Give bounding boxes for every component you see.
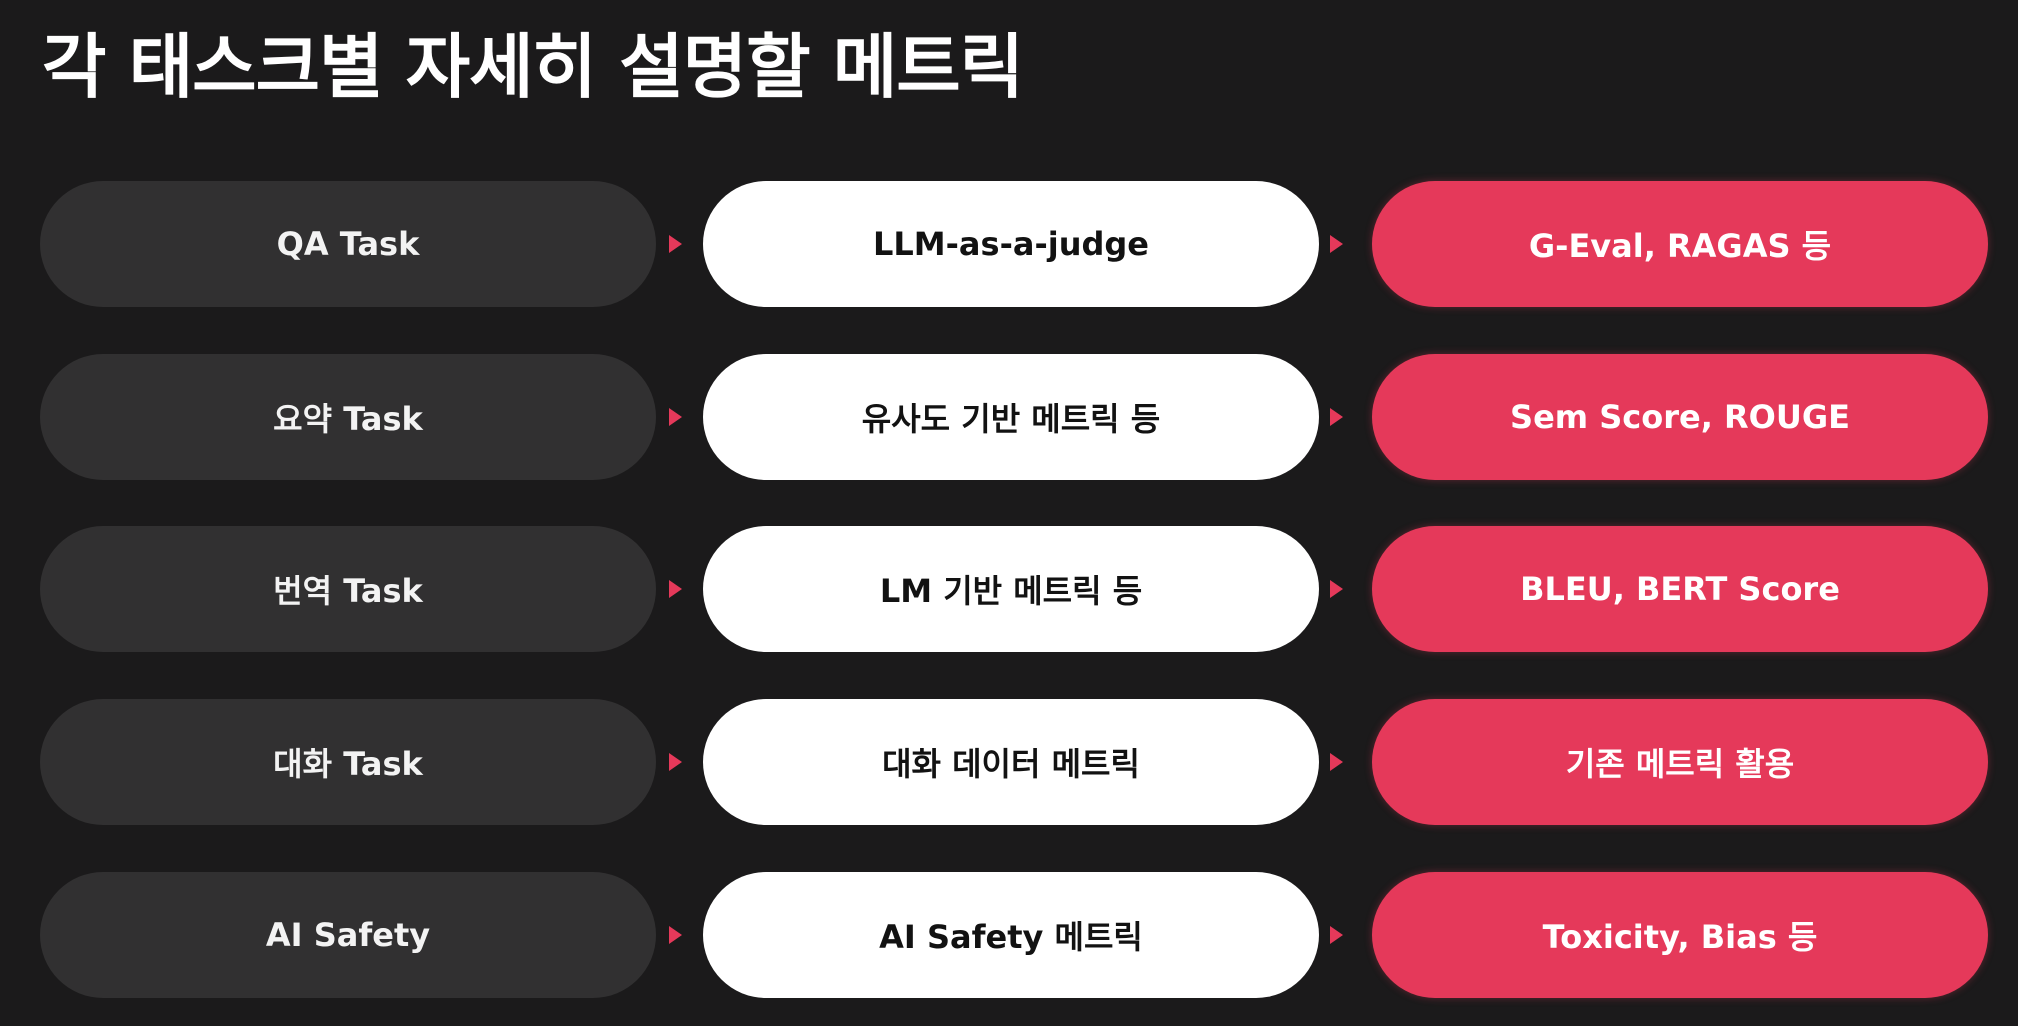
arrow-right-icon xyxy=(1330,580,1343,598)
arrow-right-icon xyxy=(1330,753,1343,771)
task-row: 대화 Task 대화 데이터 메트릭 기존 메트릭 활용 xyxy=(40,699,1988,825)
task-row: AI Safety AI Safety 메트릭 Toxicity, Bias 등 xyxy=(40,872,1988,998)
metric-pill: Sem Score, ROUGE xyxy=(1372,354,1988,480)
arrow-right-icon xyxy=(669,408,682,426)
task-row: 요약 Task 유사도 기반 메트릭 등 Sem Score, ROUGE xyxy=(40,354,1988,480)
task-pill: 요약 Task xyxy=(40,354,656,480)
method-pill: LM 기반 메트릭 등 xyxy=(703,526,1319,652)
task-pill: QA Task xyxy=(40,181,656,307)
arrow-right-icon xyxy=(669,926,682,944)
method-pill: LLM-as-a-judge xyxy=(703,181,1319,307)
method-pill: 유사도 기반 메트릭 등 xyxy=(703,354,1319,480)
task-row: 번역 Task LM 기반 메트릭 등 BLEU, BERT Score xyxy=(40,526,1988,652)
metric-pill: BLEU, BERT Score xyxy=(1372,526,1988,652)
task-pill: AI Safety xyxy=(40,872,656,998)
task-metric-diagram: QA Task LLM-as-a-judge G-Eval, RAGAS 등 요… xyxy=(0,0,2018,1026)
arrow-right-icon xyxy=(669,235,682,253)
arrow-right-icon xyxy=(669,753,682,771)
task-row: QA Task LLM-as-a-judge G-Eval, RAGAS 등 xyxy=(40,181,1988,307)
task-pill: 대화 Task xyxy=(40,699,656,825)
method-pill: AI Safety 메트릭 xyxy=(703,872,1319,998)
arrow-right-icon xyxy=(669,580,682,598)
arrow-right-icon xyxy=(1330,926,1343,944)
arrow-right-icon xyxy=(1330,235,1343,253)
arrow-right-icon xyxy=(1330,408,1343,426)
task-pill: 번역 Task xyxy=(40,526,656,652)
metric-pill: G-Eval, RAGAS 등 xyxy=(1372,181,1988,307)
metric-pill: 기존 메트릭 활용 xyxy=(1372,699,1988,825)
method-pill: 대화 데이터 메트릭 xyxy=(703,699,1319,825)
metric-pill: Toxicity, Bias 등 xyxy=(1372,872,1988,998)
